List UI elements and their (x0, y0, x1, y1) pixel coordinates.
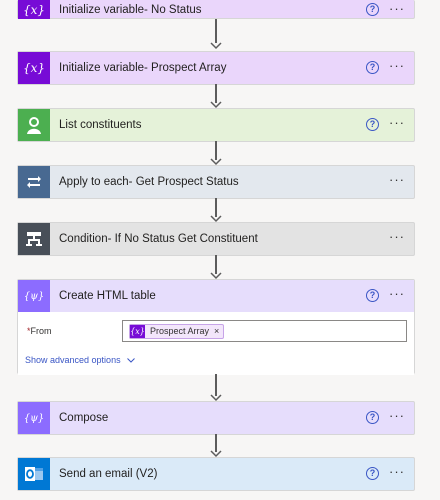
help-icon[interactable]: ? (366, 61, 379, 74)
step-compose[interactable]: {ψ} Compose ? ··· (17, 401, 415, 435)
from-field-row: *From {x} Prospect Array × (25, 320, 407, 342)
more-options-icon[interactable]: ··· (389, 59, 405, 72)
help-icon[interactable]: ? (366, 467, 379, 480)
step-title: List constituents (59, 119, 142, 131)
help-icon[interactable]: ? (366, 118, 379, 131)
flow-arrow (210, 198, 222, 223)
remove-token-icon[interactable]: × (214, 326, 219, 336)
step-title: Initialize variable- No Status (59, 3, 202, 16)
step-title: Send an email (V2) (59, 468, 158, 480)
show-advanced-options-link[interactable]: Show advanced options (25, 355, 407, 365)
condition-icon (18, 223, 50, 255)
outlook-icon (18, 458, 50, 490)
dynamic-content-token[interactable]: {x} Prospect Array × (129, 323, 225, 339)
token-label: Prospect Array (150, 326, 210, 336)
data-operation-icon: {ψ} (18, 280, 50, 312)
flow-arrow (210, 434, 222, 458)
flow-arrow (210, 255, 222, 280)
variable-icon: {x} (130, 324, 145, 338)
step-body: *From {x} Prospect Array × Show advanced… (18, 312, 414, 375)
loop-icon (18, 166, 50, 198)
data-operation-icon: {ψ} (18, 402, 50, 434)
more-options-icon[interactable]: ··· (389, 2, 405, 15)
variable-icon: {x} (18, 52, 50, 84)
from-label: *From (27, 326, 52, 336)
more-options-icon[interactable]: ··· (389, 465, 405, 478)
more-options-icon[interactable]: ··· (389, 287, 405, 300)
more-options-icon[interactable]: ··· (389, 173, 405, 186)
step-list-constituents[interactable]: List constituents ? ··· (17, 108, 415, 142)
step-initialize-variable-prospect-array[interactable]: {x} Initialize variable- Prospect Array … (17, 51, 415, 85)
step-title: Compose (59, 412, 109, 424)
step-initialize-variable-no-status[interactable]: {x} Initialize variable- No Status ? ··· (17, 0, 415, 19)
help-icon[interactable]: ? (366, 411, 379, 424)
flow-arrow (210, 19, 222, 51)
flow-arrow (210, 84, 222, 109)
step-title: Condition- If No Status Get Constituent (59, 233, 258, 245)
step-send-email[interactable]: Send an email (V2) ? ··· (17, 457, 415, 491)
constituent-connector-icon (18, 109, 50, 141)
step-title: Apply to each- Get Prospect Status (59, 176, 239, 188)
step-title: Initialize variable- Prospect Array (59, 62, 227, 74)
flow-arrow (210, 374, 222, 402)
step-condition[interactable]: Condition- If No Status Get Constituent … (17, 222, 415, 256)
more-options-icon[interactable]: ··· (389, 116, 405, 129)
step-apply-to-each[interactable]: Apply to each- Get Prospect Status ··· (17, 165, 415, 199)
help-icon[interactable]: ? (366, 3, 379, 16)
more-options-icon[interactable]: ··· (389, 409, 405, 422)
variable-icon: {x} (18, 0, 50, 19)
help-icon[interactable]: ? (366, 289, 379, 302)
step-create-html-table[interactable]: {ψ} Create HTML table ? ··· *From {x} Pr… (17, 279, 415, 375)
from-input[interactable]: {x} Prospect Array × (122, 320, 407, 342)
flow-arrow (210, 141, 222, 166)
more-options-icon[interactable]: ··· (389, 230, 405, 243)
chevron-down-icon (126, 357, 135, 363)
step-title: Create HTML table (59, 290, 156, 302)
